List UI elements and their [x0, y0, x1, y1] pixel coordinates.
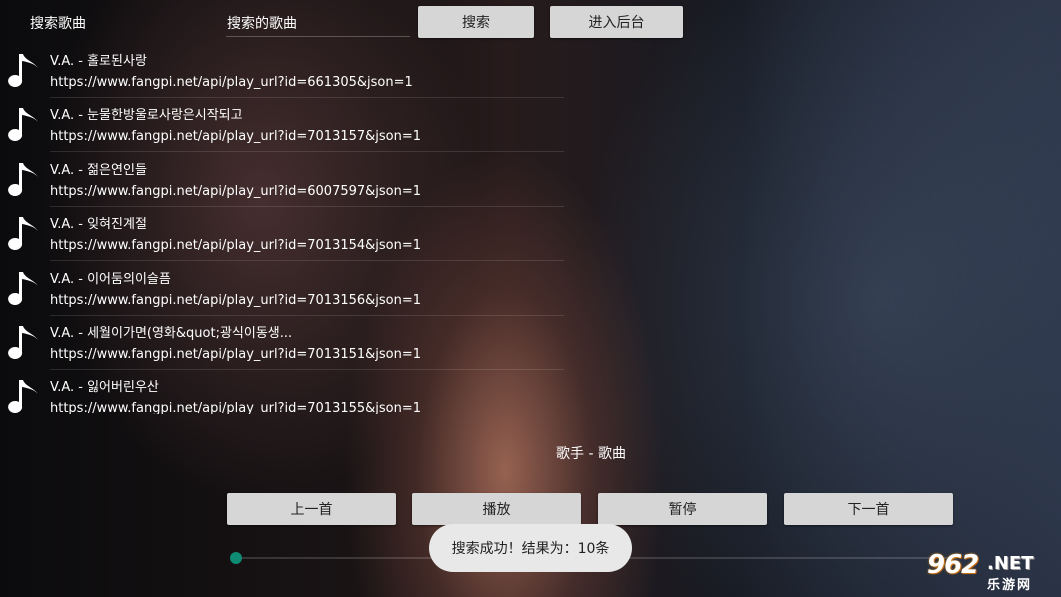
watermark-number: 962	[927, 550, 979, 580]
watermark-logo: 962 .NET 乐游网	[921, 548, 1055, 593]
song-list-item[interactable]: V.A. - 잃어버린우산 https://www.fangpi.net/api/…	[0, 370, 570, 414]
music-note-icon	[8, 52, 42, 92]
song-url: https://www.fangpi.net/api/play_url?id=6…	[50, 75, 413, 90]
music-note-icon	[8, 215, 42, 255]
song-title: V.A. - 홀로된사랑	[50, 54, 147, 69]
song-list-item[interactable]: V.A. - 눈물한방울로사랑은시작되고 https://www.fangpi.n…	[0, 98, 570, 153]
song-list-item[interactable]: V.A. - 잊혀진계절 https://www.fangpi.net/api/p…	[0, 207, 570, 262]
song-list-item[interactable]: V.A. - 이어둠의이슬픔 https://www.fangpi.net/api…	[0, 262, 570, 316]
music-note-icon	[8, 270, 42, 310]
search-button[interactable]: 搜索	[418, 6, 534, 38]
pause-button[interactable]: 暂停	[598, 493, 767, 525]
song-title: V.A. - 눈물한방울로사랑은시작되고	[50, 108, 243, 124]
search-input-underline	[226, 36, 410, 37]
song-title: V.A. - 이어둠의이슬픔	[50, 271, 171, 287]
song-url: https://www.fangpi.net/api/play_url?id=7…	[50, 292, 422, 308]
song-list[interactable]: V.A. - 홀로된사랑 https://www.fangpi.net/api/p…	[0, 44, 570, 414]
song-title: V.A. - 잊혀진계절	[50, 217, 147, 233]
music-note-icon	[8, 106, 42, 146]
music-note-icon	[8, 324, 42, 364]
progress-thumb[interactable]	[230, 552, 242, 564]
song-title: V.A. - 세월이가면(영화&quot;광식이동생...	[50, 326, 293, 341]
song-list-item[interactable]: V.A. - 세월이가면(영화&quot;광식이동생... https://www…	[0, 316, 570, 370]
song-url: https://www.fangpi.net/api/play_url?id=7…	[50, 401, 422, 414]
toast-message: 搜索成功！结果为：10条	[429, 524, 632, 572]
song-url: https://www.fangpi.net/api/play_url?id=6…	[50, 183, 422, 199]
song-url: https://www.fangpi.net/api/play_url?id=7…	[50, 129, 422, 145]
song-list-item[interactable]: V.A. - 젊은연인들 https://www.fangpi.net/api/p…	[0, 153, 570, 207]
next-button[interactable]: 下一首	[784, 493, 953, 525]
song-list-item[interactable]: V.A. - 홀로된사랑 https://www.fangpi.net/api/p…	[0, 44, 570, 98]
music-note-icon	[8, 378, 42, 414]
song-url: https://www.fangpi.net/api/play_url?id=7…	[50, 347, 422, 362]
search-label: 搜索歌曲	[30, 16, 86, 32]
song-title: V.A. - 잃어버린우산	[50, 380, 159, 396]
now-playing-label: 歌手 - 歌曲	[556, 446, 626, 462]
song-url: https://www.fangpi.net/api/play_url?id=7…	[50, 238, 422, 254]
watermark-text: 乐游网	[987, 578, 1033, 593]
music-note-icon	[8, 161, 42, 201]
play-button[interactable]: 播放	[412, 493, 581, 525]
prev-button[interactable]: 上一首	[227, 493, 396, 525]
watermark-suffix: .NET	[987, 553, 1034, 574]
song-title: V.A. - 젊은연인들	[50, 162, 147, 178]
backend-button[interactable]: 进入后台	[550, 6, 683, 38]
search-input[interactable]: 搜索的歌曲	[227, 13, 407, 35]
